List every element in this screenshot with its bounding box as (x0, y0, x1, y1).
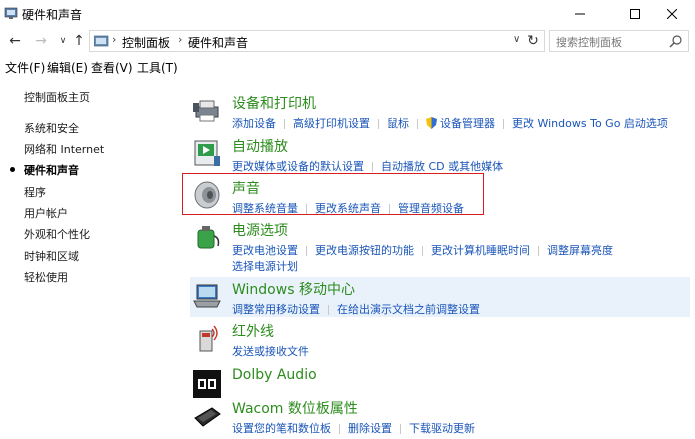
infrared-icon (199, 325, 218, 352)
category-links-row2: 选择电源计划 (232, 258, 298, 274)
search-box[interactable]: 搜索控制面板 (549, 30, 689, 52)
address-dropdown-icon[interactable]: ∨ (513, 34, 520, 45)
category-title[interactable]: Dolby Audio (232, 367, 317, 383)
uac-shield-icon (426, 117, 437, 129)
menu-bar: 文件(F) 编辑(E) 查看(V) 工具(T) (0, 57, 695, 75)
link-mouse[interactable]: 鼠标 (387, 117, 409, 130)
sidebar-item-home[interactable]: 控制面板主页 (24, 89, 90, 105)
link-manage-audio-devices[interactable]: 管理音频设备 (398, 202, 464, 215)
back-button[interactable]: ← (6, 32, 24, 50)
control-panel-icon (4, 7, 18, 19)
link-delete-settings[interactable]: 删除设置 (348, 422, 392, 435)
laptop-icon (193, 284, 221, 308)
category-links: 调整系统音量 更改系统声音 管理音频设备 (232, 200, 464, 216)
dolby-icon (193, 370, 221, 398)
category-title[interactable]: 红外线 (232, 321, 274, 341)
category-links: 调整常用移动设置 在给出演示文档之前调整设置 (232, 301, 480, 317)
sidebar-item-appearance[interactable]: 外观和个性化 (24, 226, 90, 242)
link-windows-to-go[interactable]: 更改 Windows To Go 启动选项 (512, 117, 668, 130)
sidebar-item-clock-region[interactable]: 时钟和区域 (24, 248, 79, 264)
title-bar: 硬件和声音 (0, 0, 695, 28)
sidebar-item-network[interactable]: 网络和 Internet (24, 141, 104, 157)
link-send-receive-files[interactable]: 发送或接收文件 (232, 345, 309, 358)
address-bar[interactable]: › 控制面板 › 硬件和声音 ∨ (89, 30, 545, 52)
link-change-defaults[interactable]: 更改媒体或设备的默认设置 (232, 160, 364, 173)
link-screen-brightness[interactable]: 调整屏幕亮度 (547, 244, 613, 257)
maximize-icon (630, 9, 640, 19)
printer-icon (193, 100, 219, 122)
category-title[interactable]: 声音 (232, 178, 260, 198)
search-icon (669, 35, 682, 48)
menu-tools[interactable]: 工具(T) (137, 59, 178, 76)
category-links: 更改电池设置 更改电源按钮的功能 更改计算机睡眠时间 调整屏幕亮度 (232, 242, 613, 258)
link-mobility-settings[interactable]: 调整常用移动设置 (232, 303, 320, 316)
window-title: 硬件和声音 (22, 8, 83, 22)
speaker-icon (194, 181, 220, 209)
category-title[interactable]: 设备和打印机 (232, 93, 316, 113)
link-add-device[interactable]: 添加设备 (232, 117, 276, 130)
close-button[interactable] (649, 0, 695, 28)
menu-edit[interactable]: 编辑(E) (47, 59, 88, 76)
autoplay-icon (194, 140, 220, 166)
link-pen-tablet-settings[interactable]: 设置您的笔和数位板 (232, 422, 331, 435)
menu-view[interactable]: 查看(V) (91, 59, 133, 76)
current-item-bullet (10, 167, 15, 172)
sidebar-item-system-security[interactable]: 系统和安全 (24, 120, 79, 136)
breadcrumb-control-panel[interactable]: 控制面板 (122, 34, 170, 51)
category-links: 更改媒体或设备的默认设置 自动播放 CD 或其他媒体 (232, 158, 503, 174)
category-title[interactable]: 电源选项 (232, 220, 288, 240)
link-autoplay-cd[interactable]: 自动播放 CD 或其他媒体 (381, 160, 503, 173)
link-power-button[interactable]: 更改电源按钮的功能 (315, 244, 414, 257)
power-icon (197, 226, 220, 249)
close-icon (667, 9, 677, 19)
search-input[interactable]: 搜索控制面板 (556, 34, 622, 50)
link-battery-settings[interactable]: 更改电池设置 (232, 244, 298, 257)
breadcrumb-hardware-sound[interactable]: 硬件和声音 (188, 34, 248, 51)
category-title[interactable]: Windows 移动中心 (232, 279, 355, 299)
link-driver-update[interactable]: 下载驱动更新 (409, 422, 475, 435)
link-device-manager[interactable]: 设备管理器 (440, 117, 495, 130)
category-title[interactable]: Wacom 数位板属性 (232, 398, 358, 418)
category-title[interactable]: 自动播放 (232, 136, 288, 156)
category-links: 设置您的笔和数位板 删除设置 下载驱动更新 (232, 420, 475, 436)
link-advanced-printer[interactable]: 高级打印机设置 (293, 117, 370, 130)
sidebar-item-user-accounts[interactable]: 用户帐户 (24, 205, 68, 221)
minimize-button[interactable] (557, 0, 603, 28)
link-power-plan[interactable]: 选择电源计划 (232, 260, 298, 273)
category-links: 添加设备 高级打印机设置 鼠标 设备管理器 更改 Windows To Go 启动选项 (232, 115, 668, 131)
link-change-sounds[interactable]: 更改系统声音 (315, 202, 381, 215)
link-sleep-time[interactable]: 更改计算机睡眠时间 (431, 244, 530, 257)
breadcrumb-separator: › (112, 33, 117, 46)
category-links: 发送或接收文件 (232, 343, 309, 359)
refresh-button[interactable]: ↻ (525, 33, 541, 49)
sidebar-item-ease-of-access[interactable]: 轻松使用 (24, 269, 68, 285)
link-adjust-volume[interactable]: 调整系统音量 (232, 202, 298, 215)
minimize-icon (575, 13, 585, 15)
breadcrumb-separator: › (178, 33, 183, 46)
menu-file[interactable]: 文件(F) (5, 59, 45, 76)
up-button[interactable]: ↑ (70, 32, 88, 50)
control-panel-folder-icon (94, 35, 109, 47)
forward-button[interactable]: → (32, 32, 50, 50)
tablet-pen-icon (194, 407, 221, 427)
sidebar-item-programs[interactable]: 程序 (24, 184, 46, 200)
link-presentation-settings[interactable]: 在给出演示文档之前调整设置 (337, 303, 480, 316)
sidebar-item-hardware-sound[interactable]: 硬件和声音 (24, 162, 79, 178)
